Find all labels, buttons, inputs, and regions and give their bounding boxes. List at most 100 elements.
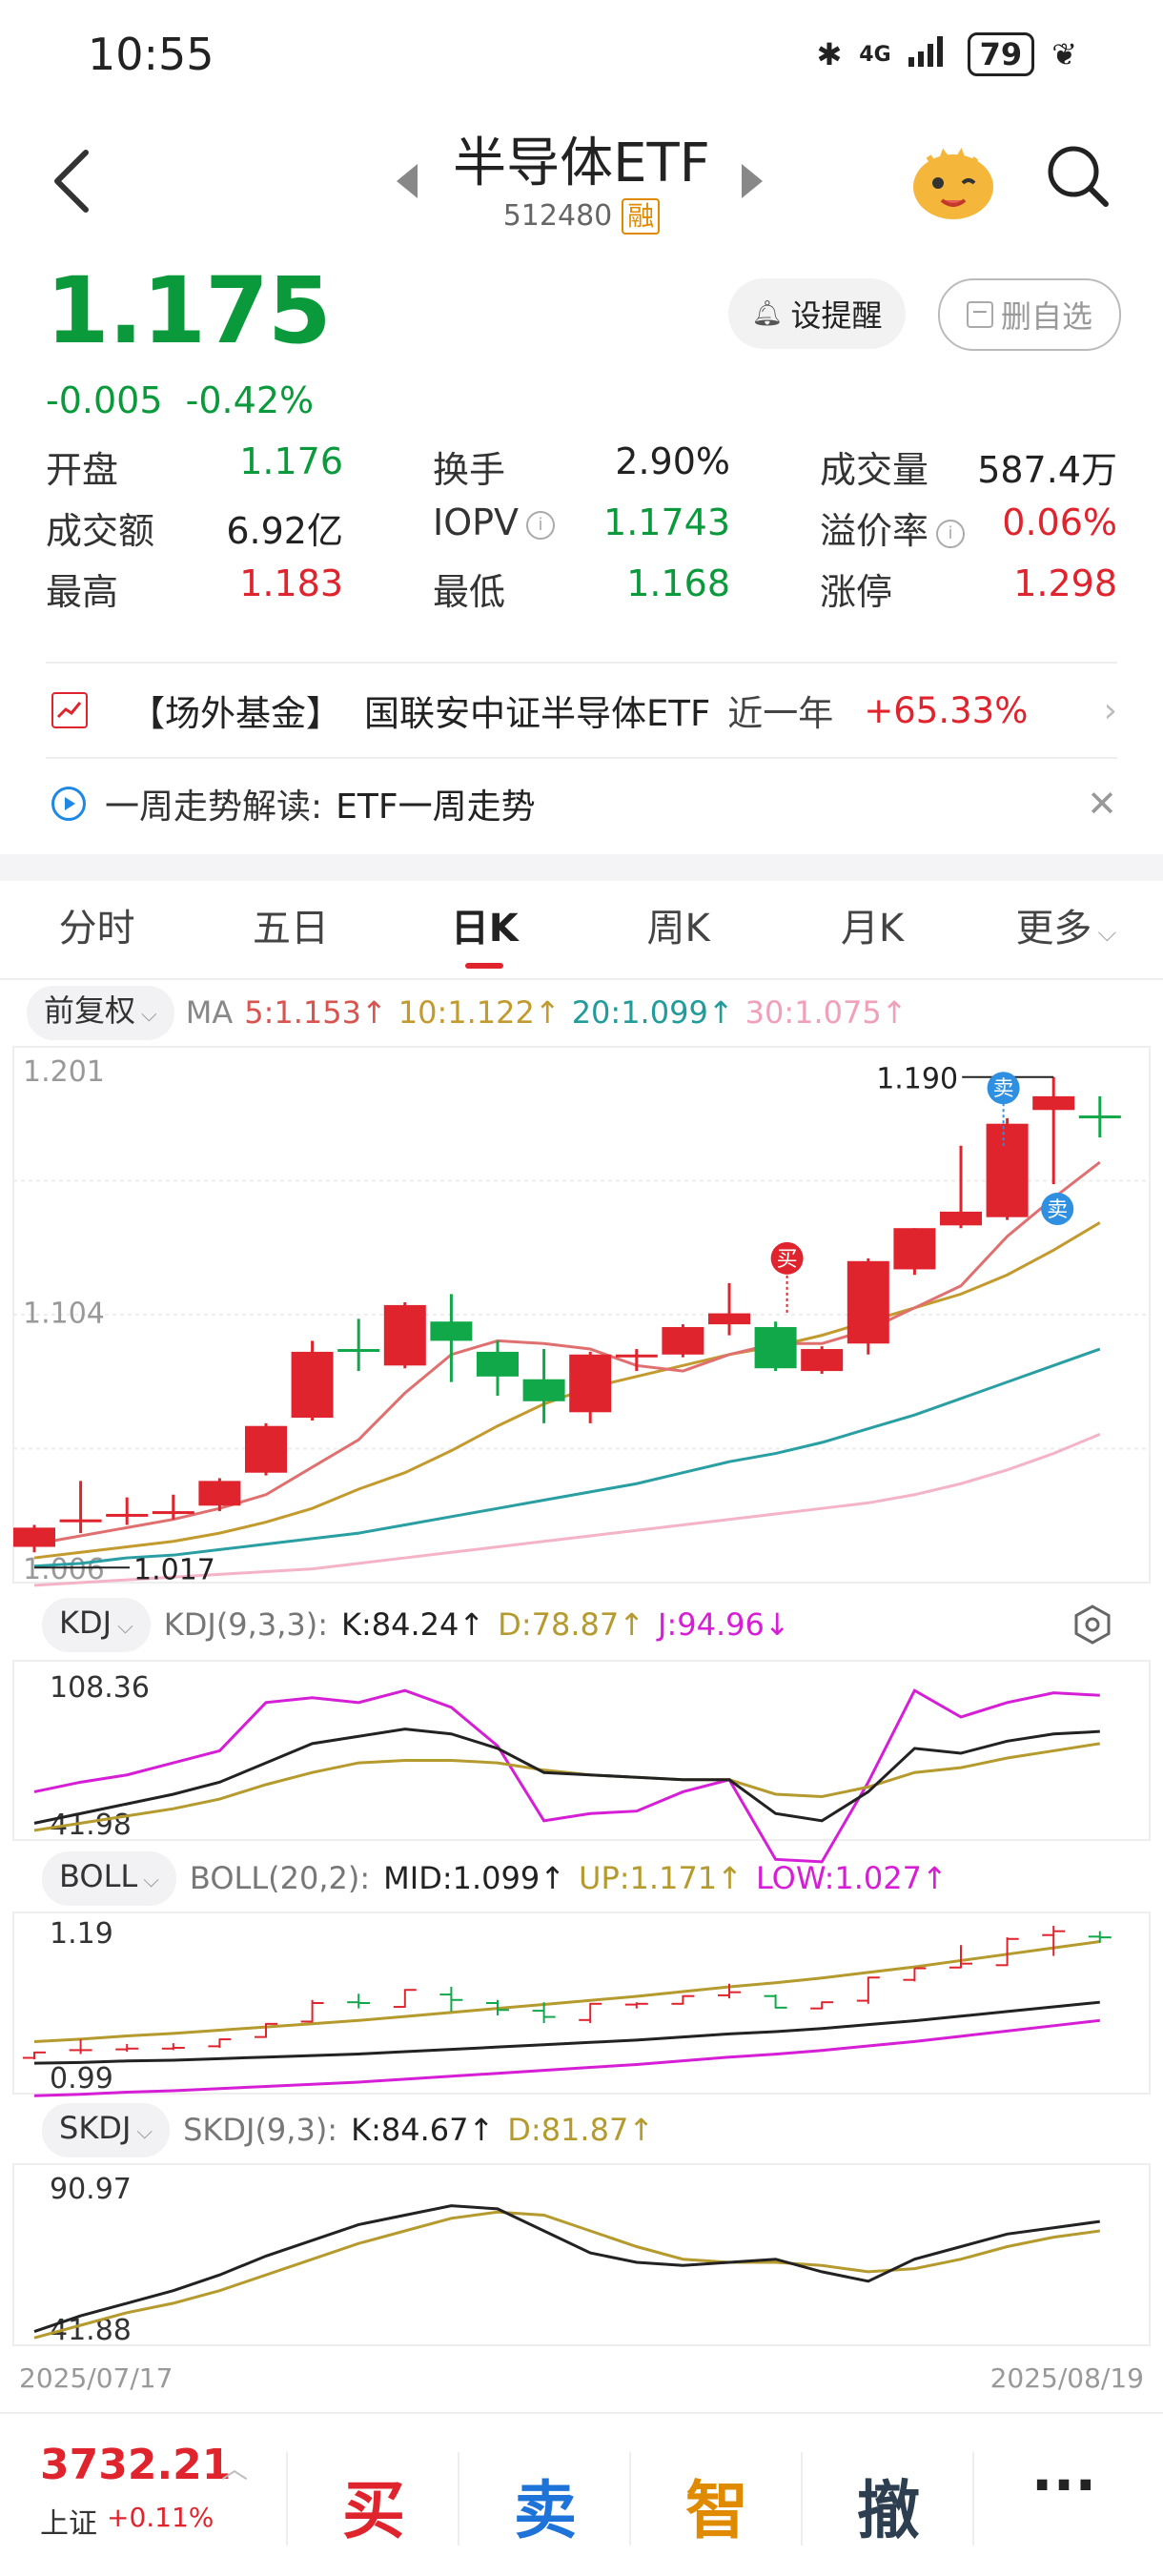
kdj-params: KDJ(9,3,3): xyxy=(163,1606,328,1643)
adjust-label: 前复权 xyxy=(44,992,136,1029)
index-value[interactable]: 3732.21 xyxy=(40,2441,231,2489)
chevron-down-icon: ⌵ xyxy=(136,2119,153,2144)
info-icon[interactable]: i xyxy=(936,519,966,548)
change-amount: -0.005 xyxy=(46,379,163,421)
search-button[interactable] xyxy=(1045,143,1112,210)
stat-value: 1.183 xyxy=(239,562,343,604)
skdj-selector[interactable]: SKDJ ⌵ xyxy=(42,2102,171,2157)
candle-body xyxy=(198,1481,241,1506)
cancel-order-button[interactable]: 撤 xyxy=(831,2460,946,2551)
skdj-d-value: D:81.87↑ xyxy=(507,2112,655,2148)
chevron-up-icon[interactable]: ︿ xyxy=(221,2448,248,2486)
fund-tag: 【场外基金】 xyxy=(130,693,341,734)
ma-legend: 前复权 ⌵ MA 5:1.153↑ 10:1.122↑ 20:1.099↑ 30:… xyxy=(27,985,908,1040)
skdj-axis-top: 90.97 xyxy=(50,2173,132,2206)
stat-label: 最低 xyxy=(433,571,506,613)
index-change: +0.11% xyxy=(107,2502,214,2533)
k-line-chart[interactable]: 1.2011.1041.0061.1901.017买卖卖108.3641.981… xyxy=(0,1039,1163,2393)
candle-body xyxy=(106,1513,149,1517)
candle-body xyxy=(291,1351,334,1419)
kdj-axis-top: 108.36 xyxy=(50,1671,150,1705)
stat-value: 587.4万 xyxy=(977,449,1117,491)
clock: 10:55 xyxy=(88,29,214,80)
ma20-line xyxy=(33,1347,1101,1568)
mascot-icon[interactable] xyxy=(909,141,997,221)
tab-monthly-k[interactable]: 月K xyxy=(775,883,969,978)
candle-body xyxy=(59,1519,102,1523)
skdj-d-line xyxy=(33,2210,1101,2340)
tab-daily-k[interactable]: 日K xyxy=(388,883,582,978)
candle-body xyxy=(430,1321,473,1341)
price-axis-mid: 1.104 xyxy=(23,1298,105,1331)
info-icon[interactable]: i xyxy=(526,510,556,540)
adjust-selector[interactable]: 前复权 ⌵ xyxy=(27,985,174,1040)
candle-body xyxy=(893,1228,936,1270)
candle-body xyxy=(662,1326,704,1355)
boll-up-value: UP:1.171↑ xyxy=(579,1860,743,1896)
kdj-j-line xyxy=(33,1688,1100,1864)
kdj-k-value: K:84.24↑ xyxy=(340,1606,485,1643)
boll-axis-bottom: 0.99 xyxy=(50,2062,113,2096)
divider xyxy=(286,2452,288,2545)
kdj-panel-border xyxy=(12,1660,1151,1841)
section-divider xyxy=(0,854,1163,881)
sell-button[interactable]: 卖 xyxy=(488,2460,602,2551)
tab-weekly-k[interactable]: 周K xyxy=(582,883,775,978)
low-label: 1.017 xyxy=(133,1553,215,1586)
price-axis-top: 1.201 xyxy=(23,1055,105,1089)
skdj-params: SKDJ(9,3): xyxy=(183,2112,338,2148)
chevron-down-icon: ⌵ xyxy=(117,1614,133,1639)
ma10-line xyxy=(33,1221,1101,1560)
candle-body xyxy=(801,1349,844,1372)
candle-body xyxy=(337,1349,380,1353)
signal-icon xyxy=(908,34,950,74)
bell-icon: 🔔︎ xyxy=(751,299,784,328)
buy-button[interactable]: 买 xyxy=(316,2460,431,2551)
boll-params: BOLL(20,2): xyxy=(189,1860,371,1896)
bluetooth-icon: ✱ xyxy=(816,36,843,72)
status-bar: 10:55 ✱ 4G 79 ❦ xyxy=(0,0,1163,114)
candle-body xyxy=(1078,1115,1121,1119)
kdj-selector[interactable]: KDJ ⌵ xyxy=(42,1597,151,1652)
leaf-icon: ❦ xyxy=(1051,36,1077,72)
candle-body xyxy=(615,1354,658,1358)
index-name: 上证 xyxy=(40,2507,97,2541)
divider xyxy=(801,2452,803,2545)
more-button[interactable]: ··· xyxy=(1007,2452,1121,2519)
stock-code: 512480 xyxy=(502,199,613,233)
sell-marker-label: 卖 xyxy=(1047,1198,1068,1222)
stat-label: 溢价率 i xyxy=(820,501,966,554)
boll-low-value: LOW:1.027↑ xyxy=(755,1860,948,1896)
tab-more[interactable]: 更多 ⌵ xyxy=(969,883,1163,978)
divider xyxy=(629,2452,631,2545)
boll-axis-top: 1.19 xyxy=(50,1917,113,1951)
tab-five-day[interactable]: 五日 xyxy=(194,883,387,978)
fund-period: 近一年 xyxy=(727,693,834,734)
candle-body xyxy=(986,1123,1029,1217)
stat-value: 0.06% xyxy=(1002,501,1117,543)
candle-body xyxy=(940,1211,982,1226)
remove-watchlist-button[interactable]: − 删自选 xyxy=(938,278,1121,351)
otc-fund-row[interactable]: 【场外基金】 国联安中证半导体ETF 近一年 +65.33% › xyxy=(46,662,1117,759)
skdj-legend: SKDJ ⌵ SKDJ(9,3): K:84.67↑ D:81.87↑ xyxy=(42,2102,655,2157)
candle-body xyxy=(383,1304,426,1366)
close-icon[interactable]: ✕ xyxy=(1087,783,1117,825)
candle-body xyxy=(477,1351,519,1377)
date-start: 2025/07/17 xyxy=(19,2362,173,2393)
tab-intraday[interactable]: 分时 xyxy=(0,883,194,978)
set-alert-button[interactable]: 🔔︎ 设提醒 xyxy=(728,278,906,349)
candle-body xyxy=(152,1511,194,1515)
trend-chart-icon xyxy=(51,692,88,728)
smart-button[interactable]: 智 xyxy=(660,2460,774,2551)
boll-selector[interactable]: BOLL ⌵ xyxy=(42,1850,176,1906)
boll-legend: BOLL ⌵ BOLL(20,2): MID:1.099↑ UP:1.171↑ L… xyxy=(42,1850,948,1906)
current-price: 1.175 xyxy=(46,257,332,364)
chevron-down-icon: ⌵ xyxy=(1097,919,1117,948)
weekly-trend-row[interactable]: 一周走势解读: ETF一周走势 ✕ xyxy=(46,770,1117,837)
settings-hex-button[interactable] xyxy=(1071,1604,1113,1649)
candle-body xyxy=(13,1527,55,1547)
stat-value: 1.168 xyxy=(626,562,730,604)
remove-watchlist-label: 删自选 xyxy=(1000,298,1092,335)
stat-label: 成交额 xyxy=(46,510,155,552)
change-percent: -0.42% xyxy=(185,379,315,421)
